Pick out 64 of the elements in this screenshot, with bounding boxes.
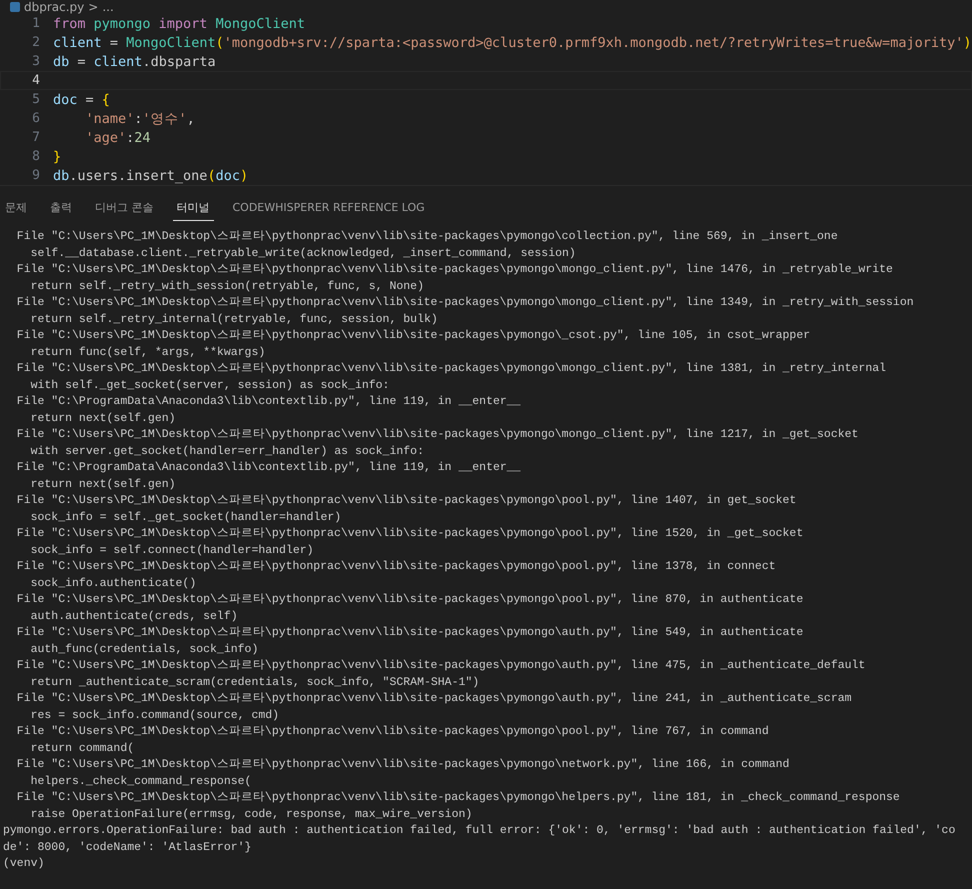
terminal-line: auth.authenticate(creds, self) (30, 608, 238, 624)
terminal-line: File "C:\Users\PC_1M\Desktop\스파르타\pythonprac\venv\lib\site-packages\pymongo\auth.py", line 549, in authenticate (16, 625, 804, 641)
line-number: 6 (31, 111, 41, 126)
terminal-line: sock_info = self.connect(handler=handler) (30, 542, 314, 558)
terminal-line: File "C:\Users\PC_1M\Desktop\스파르타\pythonprac\venv\lib\site-packages\pymongo\mongo_client.py", line 1381, in _retry_internal (16, 361, 886, 377)
terminal-line: return next(self.gen) (30, 476, 176, 492)
line-number: 2 (31, 35, 41, 50)
terminal-line: File "C:\ProgramData\Anaconda3\lib\contextlib.py", line 119, in __enter__ (16, 394, 521, 410)
terminal-line: with server.get_socket(handler=err_handler) as sock_info: (30, 444, 424, 460)
panel-tab[interactable]: 문제 (1, 195, 31, 221)
terminal-line: res = sock_info.command(source, cmd) (30, 708, 280, 724)
terminal-line: File "C:\Users\PC_1M\Desktop\스파르타\pythonprac\venv\lib\site-packages\pymongo\auth.py", line 241, in _authenticate_scram (16, 691, 852, 707)
terminal-line: File "C:\Users\PC_1M\Desktop\스파르타\pythonprac\venv\lib\site-packages\pymongo\mongo_client.py", line 1349, in _retry_with_session (16, 295, 914, 311)
line-number: 9 (31, 168, 41, 183)
panel-tab[interactable]: 터미널 (172, 195, 214, 221)
terminal-line: sock_info.authenticate() (30, 576, 196, 592)
terminal-line: self.__database.client._retryable_write(acknowledged, _insert_command, session) (30, 246, 576, 262)
terminal-line: return next(self.gen) (30, 410, 176, 426)
terminal-line: File "C:\Users\PC_1M\Desktop\스파르타\pythonprac\venv\lib\site-packages\pymongo\_csot.py", line 105, in csot_wrapper (16, 328, 810, 344)
terminal-line: File "C:\Users\PC_1M\Desktop\스파르타\pythonprac\venv\lib\site-packages\pymongo\network.py", line 166, in command (16, 757, 790, 773)
terminal-line: File "C:\Users\PC_1M\Desktop\스파르타\pythonprac\venv\lib\site-packages\pymongo\pool.py", line 767, in command (16, 724, 769, 740)
terminal-line: File "C:\Users\PC_1M\Desktop\스파르타\pythonprac\venv\lib\site-packages\pymongo\mongo_client.py", line 1217, in _get_socket (16, 427, 858, 443)
terminal-line: File "C:\Users\PC_1M\Desktop\스파르타\pythonprac\venv\lib\site-packages\pymongo\pool.py", line 1378, in connect (16, 559, 776, 575)
terminal-line: raise OperationFailure(errmsg, code, response, max_wire_version) (30, 806, 472, 822)
line-number: 1 (31, 16, 41, 31)
terminal-line: File "C:\Users\PC_1M\Desktop\스파르타\pythonprac\venv\lib\site-packages\pymongo\pool.py", line 1407, in get_socket (16, 493, 796, 509)
terminal-line: File "C:\Users\PC_1M\Desktop\스파르타\pythonprac\venv\lib\site-packages\pymongo\helpers.py", line 181, in _check_command_response (16, 790, 900, 806)
terminal-line: File "C:\Users\PC_1M\Desktop\스파르타\pythonprac\venv\lib\site-packages\pymongo\pool.py", line 870, in authenticate (16, 592, 804, 608)
terminal-line: File "C:\ProgramData\Anaconda3\lib\contextlib.py", line 119, in __enter__ (16, 460, 521, 476)
terminal-line: sock_info = self._get_socket(handler=handler) (30, 510, 342, 526)
panel-tab[interactable]: CODEWHISPERER REFERENCE LOG (228, 195, 429, 221)
code-line: } (53, 148, 62, 164)
terminal-line: return command( (30, 740, 134, 756)
code-line: 'age':24 (86, 130, 151, 146)
terminal-line: return self._retry_internal(retryable, func, session, bulk) (30, 312, 438, 328)
terminal-line: auth_func(credentials, sock_info) (30, 642, 258, 658)
terminal-line: return self._retry_with_session(retryable, func, s, None) (30, 278, 424, 294)
terminal-line: pymongo.errors.OperationFailure: bad auth : authentication failed, full error: {'ok': 0, 'errmsg': 'bad auth : authentication failed', 'co (3, 823, 956, 839)
terminal-line: File "C:\Users\PC_1M\Desktop\스파르타\pythonprac\venv\lib\site-packages\pymongo\collection.py", line 569, in _insert_one (16, 229, 838, 245)
code-line: doc = { (53, 92, 110, 108)
terminal-line: helpers._check_command_response( (30, 774, 252, 790)
terminal-line: File "C:\Users\PC_1M\Desktop\스파르타\pythonprac\venv\lib\site-packages\pymongo\mongo_client.py", line 1476, in _retryable_write (16, 262, 893, 278)
breadcrumb-more[interactable]: ... (102, 0, 114, 14)
code-line: from pymongo import MongoClient (53, 16, 305, 32)
terminal-line: File "C:\Users\PC_1M\Desktop\스파르타\pythonprac\venv\lib\site-packages\pymongo\pool.py", line 1520, in _get_socket (16, 526, 804, 542)
panel-tab[interactable]: 출력 (46, 195, 76, 221)
code-line: 'name':'영수', (86, 110, 195, 128)
line-number: 8 (31, 149, 41, 164)
breadcrumb-file[interactable]: dbprac.py (24, 0, 84, 14)
line-number: 5 (31, 92, 41, 107)
panel-tab[interactable]: 디버그 콘솔 (91, 195, 158, 221)
terminal-line: de': 8000, 'codeName': 'AtlasError'} (3, 840, 252, 856)
terminal-line: (venv) (3, 856, 44, 872)
line-number: 3 (31, 54, 41, 69)
line-number: 4 (31, 73, 41, 88)
line-number: 7 (31, 130, 41, 145)
terminal-line: with self._get_socket(server, session) as sock_info: (30, 378, 390, 394)
code-line: db.users.insert_one(doc) (53, 168, 248, 184)
terminal-line: File "C:\Users\PC_1M\Desktop\스파르타\pythonprac\venv\lib\site-packages\pymongo\auth.py", line 475, in _authenticate_default (16, 658, 866, 674)
code-line: client = MongoClient('mongodb+srv://sparta:<password>@cluster0.prmf9xh.mongodb.net/?retryWrites=true&w=majority') (53, 34, 972, 50)
code-line: db = client.dbsparta (53, 54, 216, 70)
terminal-line: return _authenticate_scram(credentials, sock_info, "SCRAM-SHA-1") (30, 674, 480, 690)
breadcrumb-separator: > (88, 0, 98, 14)
terminal-line: return func(self, *args, **kwargs) (30, 344, 266, 360)
